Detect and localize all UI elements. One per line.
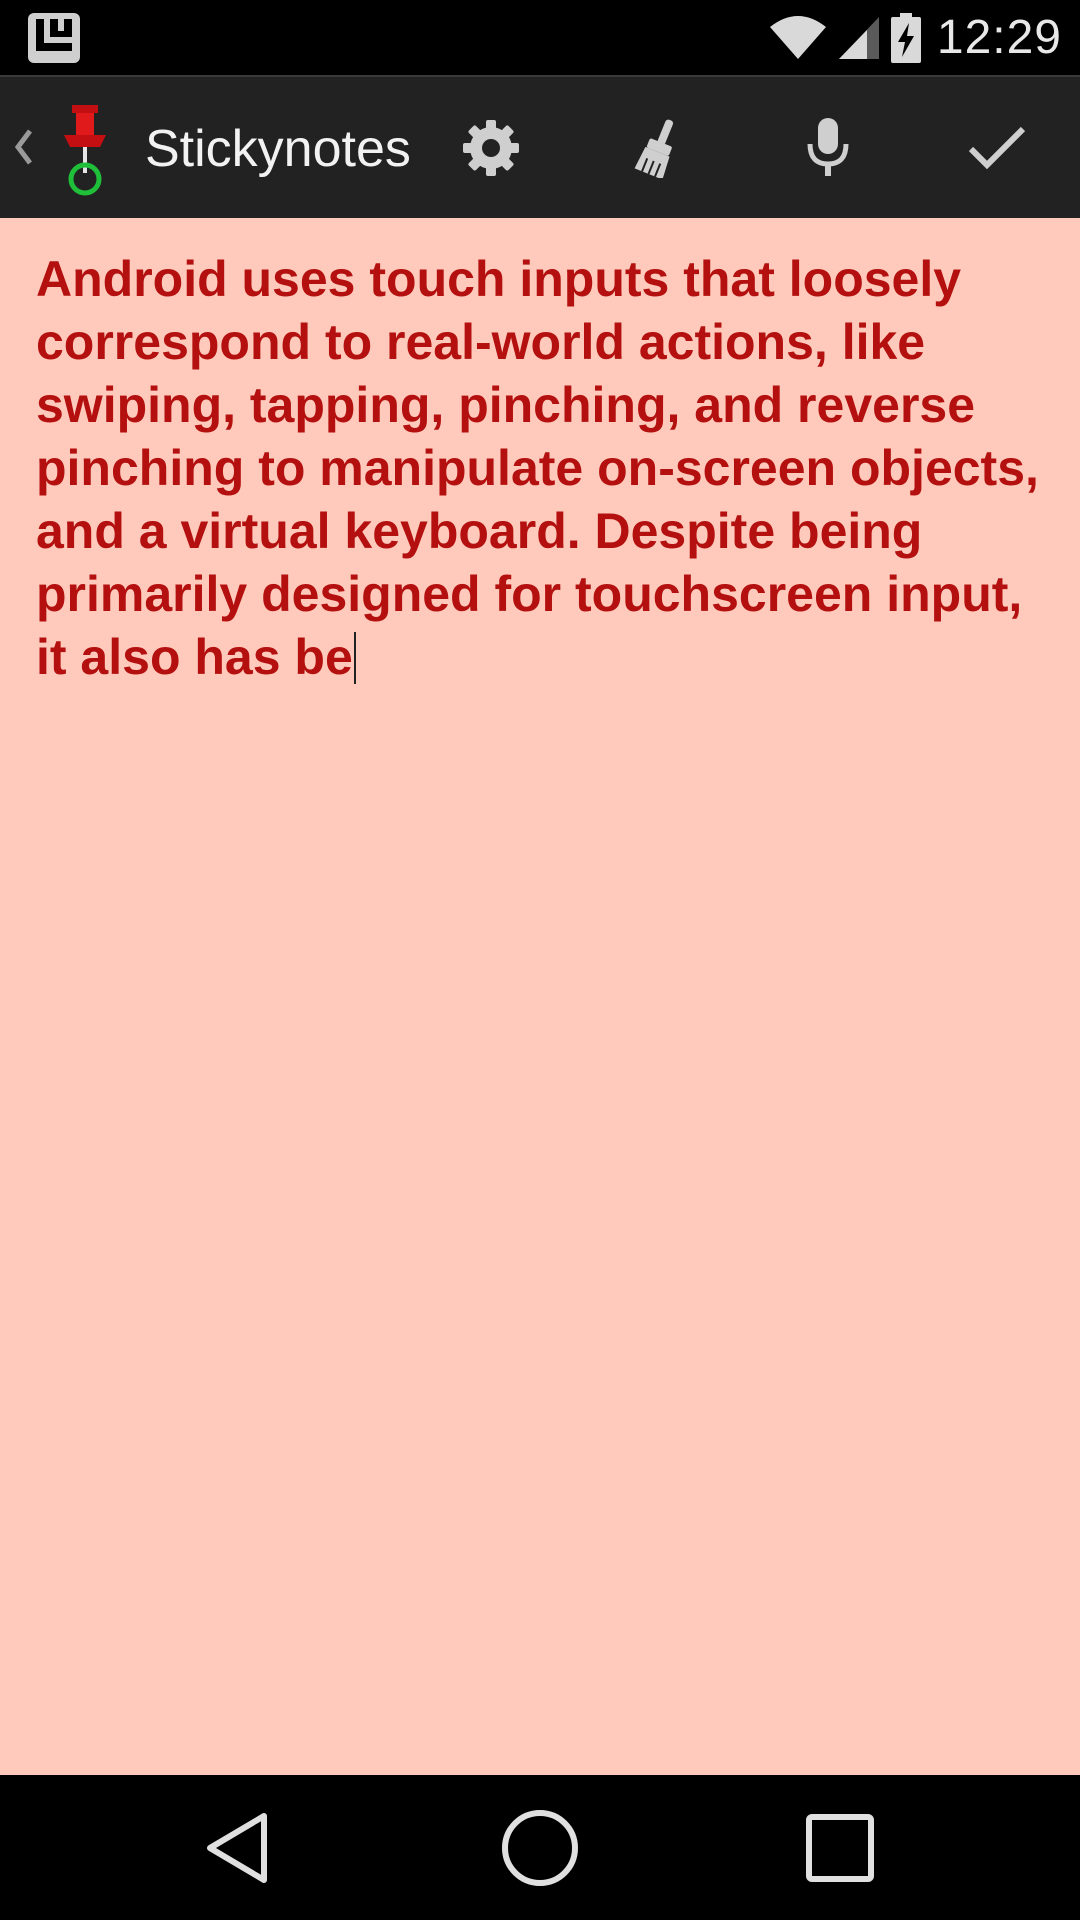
microphone-icon xyxy=(807,117,849,176)
clock: 12:29 xyxy=(936,11,1062,64)
text-cursor xyxy=(353,632,356,684)
navigation-bar xyxy=(0,1775,1080,1920)
home-button[interactable] xyxy=(460,1775,620,1920)
status-bar: 12:29 xyxy=(0,0,1080,75)
screen: 12:29 Stickynotes Android uses touch inp… xyxy=(0,0,1080,1920)
recents-icon xyxy=(806,1813,874,1882)
note-editor[interactable]: Android uses touch inputs that loosely c… xyxy=(0,218,1080,1775)
chevron-left-icon[interactable] xyxy=(8,115,38,179)
note-text-content: Android uses touch inputs that loosely c… xyxy=(36,251,1039,685)
brush-icon xyxy=(634,119,674,178)
voice-input-button[interactable] xyxy=(763,77,893,218)
recents-button[interactable] xyxy=(760,1775,920,1920)
cell-signal-icon xyxy=(838,16,879,59)
back-button[interactable] xyxy=(157,1775,317,1920)
app-title: Stickynotes xyxy=(145,120,411,178)
battery-charging-icon xyxy=(890,12,921,63)
home-icon xyxy=(502,1809,578,1886)
clear-button[interactable] xyxy=(594,77,724,218)
done-button[interactable] xyxy=(932,77,1062,218)
checkmark-icon xyxy=(968,126,1026,169)
status-icons: 12:29 xyxy=(769,0,1062,75)
gear-icon xyxy=(463,119,519,176)
back-icon xyxy=(207,1812,267,1883)
pushpin-icon[interactable] xyxy=(58,105,112,197)
action-bar: Stickynotes xyxy=(0,75,1080,226)
note-text[interactable]: Android uses touch inputs that loosely c… xyxy=(36,248,1046,689)
settings-button[interactable] xyxy=(426,77,556,218)
wifi-icon xyxy=(769,15,826,59)
launcher-notification-icon xyxy=(28,13,80,63)
